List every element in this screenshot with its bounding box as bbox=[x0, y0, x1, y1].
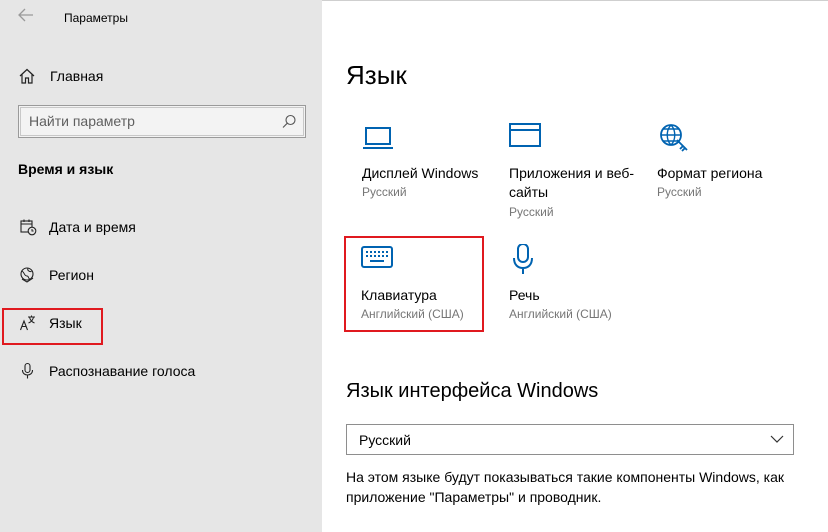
back-button[interactable] bbox=[16, 6, 36, 28]
chevron-down-icon bbox=[770, 435, 784, 443]
title-bar: Параметры bbox=[0, 0, 322, 36]
tile-highlight-frame bbox=[344, 236, 484, 332]
microphone-icon bbox=[18, 361, 38, 381]
sidebar-item-label: Регион bbox=[49, 267, 94, 283]
tile-title: Дисплей Windows bbox=[362, 165, 479, 181]
nav-home[interactable]: Главная bbox=[18, 64, 103, 88]
app-title: Параметры bbox=[64, 11, 128, 25]
sidebar-item-label: Дата и время bbox=[49, 219, 136, 235]
globe-icon bbox=[18, 265, 38, 285]
tile-subtitle: Русский bbox=[509, 205, 554, 219]
tile-title: Приложения и веб-сайты bbox=[509, 165, 635, 200]
tile-subtitle: Русский bbox=[657, 185, 702, 199]
sidebar-item-date-time[interactable]: Дата и время bbox=[18, 215, 136, 239]
nav-home-label: Главная bbox=[50, 68, 104, 84]
tile-speech[interactable]: Речь Английский (США) bbox=[509, 244, 639, 330]
search-icon[interactable] bbox=[279, 112, 299, 132]
microphone-icon bbox=[513, 244, 533, 274]
sidebar: Параметры Главная Время и язык Дата и вр… bbox=[0, 0, 322, 532]
tile-title: Формат региона bbox=[657, 165, 763, 181]
arrow-left-icon bbox=[18, 8, 33, 22]
search-input[interactable] bbox=[29, 112, 269, 130]
window-icon bbox=[509, 123, 541, 147]
select-value: Русский bbox=[359, 432, 411, 448]
display-icon bbox=[363, 127, 393, 149]
section-title: Время и язык bbox=[18, 161, 114, 177]
calendar-clock-icon bbox=[18, 217, 38, 237]
sidebar-item-speech-recognition[interactable]: Распознавание голоса bbox=[18, 359, 195, 383]
tile-windows-display[interactable]: Дисплей Windows Русский bbox=[362, 122, 492, 212]
sidebar-item-region[interactable]: Регион bbox=[18, 263, 94, 287]
interface-language-description: На этом языке будут показываться такие к… bbox=[346, 469, 785, 505]
interface-language-select[interactable]: Русский bbox=[346, 424, 794, 455]
sidebar-item-label: Распознавание голоса bbox=[49, 363, 196, 379]
interface-language-heading: Язык интерфейса Windows bbox=[346, 380, 599, 402]
tile-region-format[interactable]: Формат региона Русский bbox=[657, 122, 797, 212]
page-title: Язык bbox=[346, 60, 407, 90]
tile-apps-websites[interactable]: Приложения и веб-сайты Русский bbox=[509, 122, 639, 222]
search-box[interactable] bbox=[18, 105, 306, 138]
home-icon bbox=[19, 68, 35, 84]
tile-subtitle: Английский (США) bbox=[509, 307, 612, 321]
tile-title: Речь bbox=[509, 287, 540, 303]
tile-subtitle: Русский bbox=[362, 185, 407, 199]
region-format-icon bbox=[660, 124, 688, 152]
selection-highlight bbox=[2, 308, 103, 345]
